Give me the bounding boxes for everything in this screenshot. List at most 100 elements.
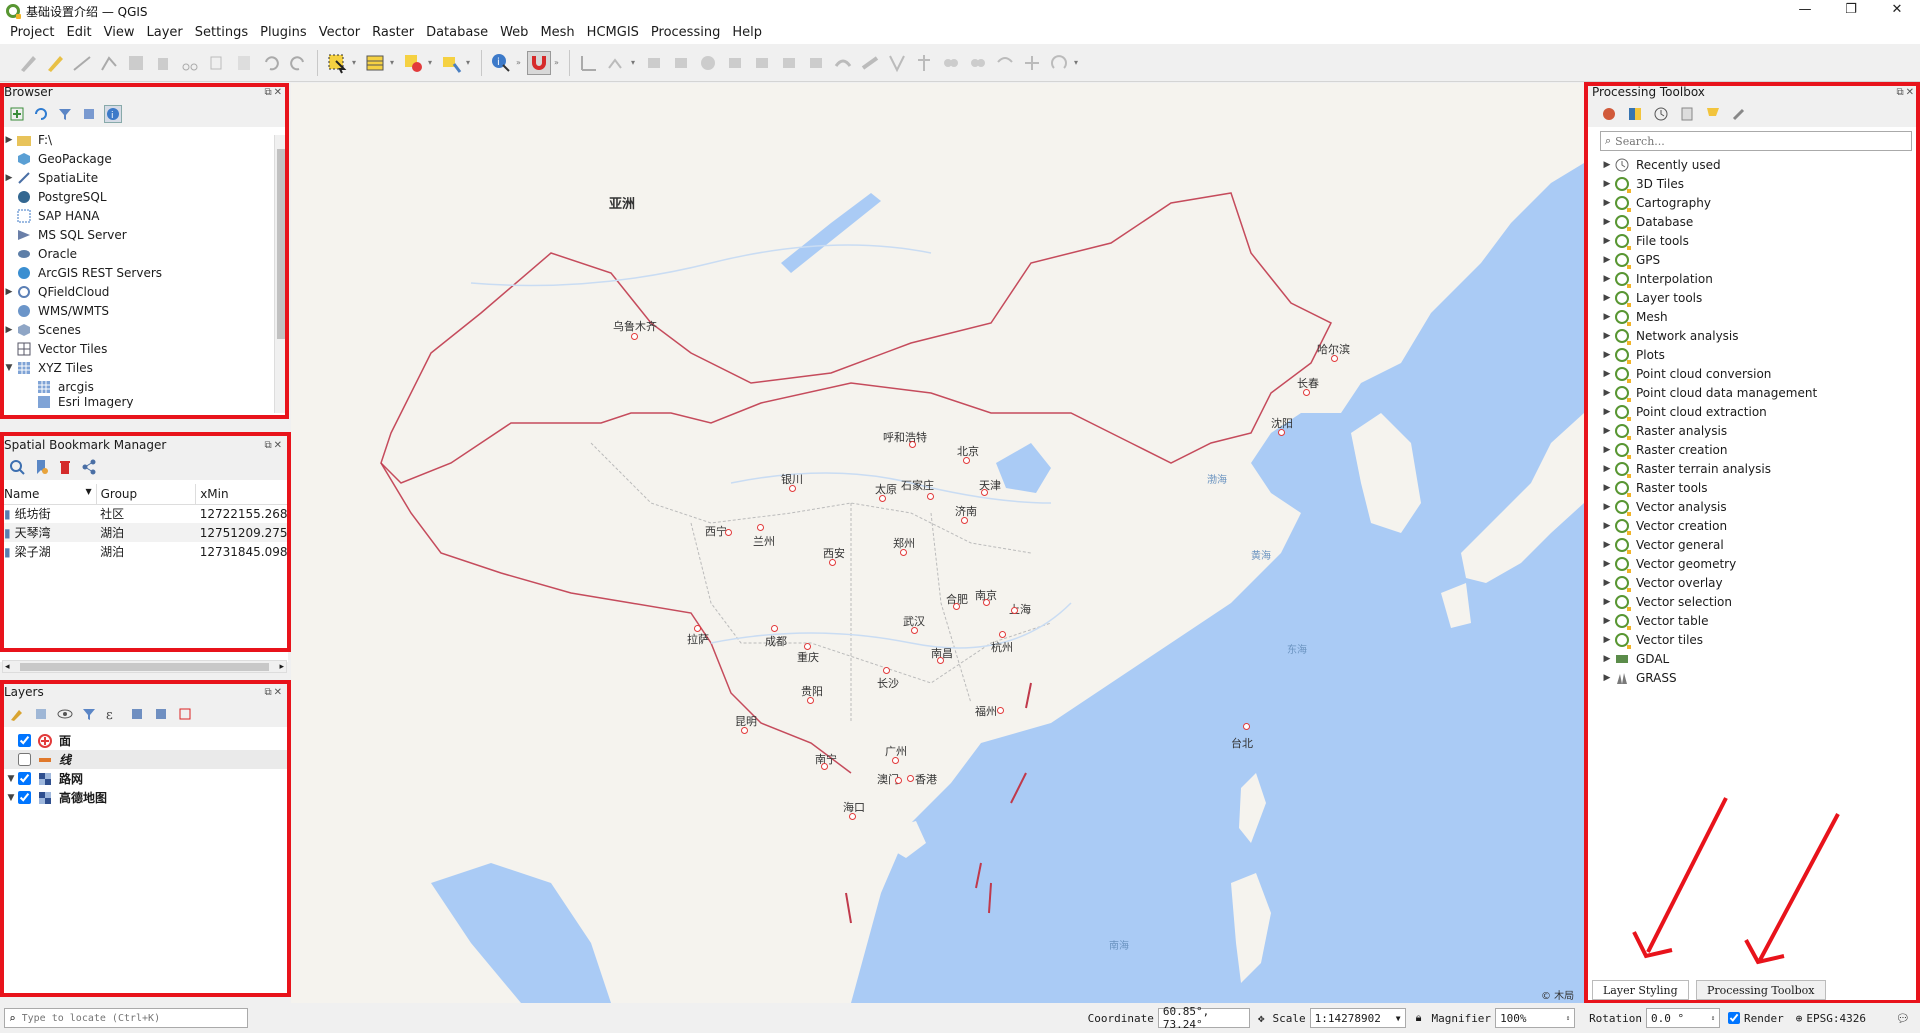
scripts-icon[interactable] bbox=[1626, 105, 1644, 123]
toolbox-group[interactable]: ▶ GRASS bbox=[1600, 668, 1920, 687]
browser-scrollbar[interactable] bbox=[274, 135, 286, 413]
toolbox-group[interactable]: ▶ Recently used bbox=[1600, 155, 1920, 174]
toggle-editing-icon[interactable] bbox=[43, 51, 67, 75]
toolbox-group[interactable]: ▶ Vector selection bbox=[1600, 592, 1920, 611]
lock-icon[interactable]: 🔒︎ bbox=[1416, 1011, 1422, 1025]
refresh-icon[interactable] bbox=[32, 105, 50, 123]
browser-item[interactable]: Esri Imagery bbox=[2, 396, 288, 408]
dock-float-close-icon[interactable]: ⧉✕ bbox=[264, 440, 284, 451]
magnifier-field[interactable]: 100% ⇕ bbox=[1495, 1008, 1576, 1028]
browser-item[interactable]: SAP HANA bbox=[2, 206, 288, 225]
dock-float-close-icon[interactable]: ⧉✕ bbox=[1896, 87, 1916, 98]
identify-icon[interactable]: i bbox=[489, 51, 513, 75]
close-button[interactable]: ✕ bbox=[1874, 0, 1920, 22]
select-features-icon[interactable] bbox=[325, 51, 349, 75]
browser-item[interactable]: ▶ QFieldCloud bbox=[2, 282, 288, 301]
toolbox-group[interactable]: ▶ GDAL bbox=[1600, 649, 1920, 668]
tab-layer-styling[interactable]: Layer Styling bbox=[1592, 980, 1689, 1000]
menu-plugins[interactable]: Plugins bbox=[254, 22, 313, 44]
menu-edit[interactable]: Edit bbox=[60, 22, 97, 44]
scroll-right-icon[interactable]: ▸ bbox=[279, 662, 284, 672]
delete-part-icon[interactable] bbox=[804, 51, 828, 75]
models-icon[interactable] bbox=[1600, 105, 1618, 123]
layer-visibility-checkbox[interactable] bbox=[18, 734, 31, 747]
toolbox-group[interactable]: ▶ Vector general bbox=[1600, 535, 1920, 554]
menu-processing[interactable]: Processing bbox=[645, 22, 726, 44]
collapse-all-icon[interactable] bbox=[80, 105, 98, 123]
table-row[interactable]: ▮ 纸坊街 社区 12722155.268 bbox=[0, 504, 288, 523]
menu-layer[interactable]: Layer bbox=[141, 22, 189, 44]
render-checkbox[interactable] bbox=[1728, 1012, 1741, 1024]
layer-row[interactable]: 面 bbox=[4, 731, 288, 750]
properties-icon[interactable]: i bbox=[104, 105, 122, 123]
toolbox-group[interactable]: ▶ Point cloud conversion bbox=[1600, 364, 1920, 383]
toolbox-group[interactable]: ▶ Vector analysis bbox=[1600, 497, 1920, 516]
horizontal-scrollbar[interactable]: ◂ ▸ bbox=[2, 660, 287, 673]
select-by-expression-icon[interactable] bbox=[439, 51, 463, 75]
advanced-digitize-icon[interactable] bbox=[577, 51, 601, 75]
maximize-button[interactable]: ❐ bbox=[1828, 0, 1874, 22]
menu-raster[interactable]: Raster bbox=[366, 22, 420, 44]
browser-item[interactable]: WMS/WMTS bbox=[2, 301, 288, 320]
table-row[interactable]: ▮ 梁子湖 湖泊 12731845.098 bbox=[0, 542, 288, 561]
browser-item[interactable]: ▼ XYZ Tiles bbox=[2, 358, 288, 377]
expression-filter-icon[interactable]: ε bbox=[104, 705, 122, 723]
browser-item[interactable]: ▶ F:\ bbox=[2, 130, 288, 149]
menu-project[interactable]: Project bbox=[4, 22, 60, 44]
toolbox-group[interactable]: ▶ GPS bbox=[1600, 250, 1920, 269]
tab-processing-toolbox[interactable]: Processing Toolbox bbox=[1696, 980, 1826, 1000]
cut-icon[interactable] bbox=[178, 51, 202, 75]
offset-point-icon[interactable] bbox=[1020, 51, 1044, 75]
dock-float-close-icon[interactable]: ⧉✕ bbox=[264, 87, 284, 98]
scroll-left-icon[interactable]: ◂ bbox=[5, 662, 10, 672]
toolbox-group[interactable]: ▶ Interpolation bbox=[1600, 269, 1920, 288]
toolbox-group[interactable]: ▶ Raster analysis bbox=[1600, 421, 1920, 440]
map-canvas[interactable]: 亚洲 乌鲁木齐 哈尔滨 长春 沈阳 呼和浩特 北京 天津 银川 太原 石家庄 济… bbox=[291, 83, 1584, 1003]
redo-icon[interactable] bbox=[286, 51, 310, 75]
offset-curve-icon[interactable] bbox=[858, 51, 882, 75]
table-row[interactable]: ▮ 天琴湾 湖泊 12751209.275 bbox=[0, 523, 288, 542]
crs-icon[interactable]: ⊕ bbox=[1796, 1012, 1803, 1025]
browser-item[interactable]: MS SQL Server bbox=[2, 225, 288, 244]
column-group[interactable]: Group bbox=[96, 484, 197, 505]
browser-item[interactable]: ▶ Scenes bbox=[2, 320, 288, 339]
options-icon[interactable] bbox=[1730, 105, 1748, 123]
toolbox-group[interactable]: ▶ Network analysis bbox=[1600, 326, 1920, 345]
scale-field[interactable]: 1:14278902 ▼ bbox=[1309, 1008, 1406, 1028]
toolbox-group[interactable]: ▶ Vector overlay bbox=[1600, 573, 1920, 592]
toolbox-group[interactable]: ▶ Mesh bbox=[1600, 307, 1920, 326]
history-icon[interactable] bbox=[1652, 105, 1670, 123]
browser-item[interactable]: Oracle bbox=[2, 244, 288, 263]
results-viewer-icon[interactable] bbox=[1678, 105, 1696, 123]
toolbox-group[interactable]: ▶ Vector creation bbox=[1600, 516, 1920, 535]
copy-icon[interactable] bbox=[205, 51, 229, 75]
menu-help[interactable]: Help bbox=[726, 22, 768, 44]
toolbox-group[interactable]: ▶ 3D Tiles bbox=[1600, 174, 1920, 193]
layer-visibility-checkbox[interactable] bbox=[18, 753, 31, 766]
expand-all-icon[interactable] bbox=[128, 705, 146, 723]
browser-item[interactable]: ▶ SpatiaLite bbox=[2, 168, 288, 187]
column-xmin[interactable]: xMin bbox=[195, 484, 288, 505]
rotate-icon[interactable] bbox=[642, 51, 666, 75]
vertex-tool-icon[interactable] bbox=[97, 51, 121, 75]
delete-ring-icon[interactable] bbox=[777, 51, 801, 75]
browser-item[interactable]: GeoPackage bbox=[2, 149, 288, 168]
filter-icon[interactable] bbox=[56, 105, 74, 123]
add-line-icon[interactable] bbox=[70, 51, 94, 75]
add-bookmark-icon[interactable] bbox=[32, 458, 50, 476]
layer-row[interactable]: 线 bbox=[4, 750, 288, 769]
simplify-icon[interactable] bbox=[669, 51, 693, 75]
share-bookmark-icon[interactable] bbox=[80, 458, 98, 476]
toolbox-search[interactable]: ⌕ bbox=[1600, 131, 1912, 151]
undo-icon[interactable] bbox=[259, 51, 283, 75]
browser-item[interactable]: ArcGIS REST Servers bbox=[2, 263, 288, 282]
toolbox-group[interactable]: ▶ Raster creation bbox=[1600, 440, 1920, 459]
menu-view[interactable]: View bbox=[98, 22, 141, 44]
toolbox-group[interactable]: ▶ File tools bbox=[1600, 231, 1920, 250]
add-ring-icon[interactable] bbox=[696, 51, 720, 75]
deselect-icon[interactable] bbox=[401, 51, 425, 75]
toolbox-group[interactable]: ▶ Point cloud data management bbox=[1600, 383, 1920, 402]
toolbox-group[interactable]: ▶ Vector table bbox=[1600, 611, 1920, 630]
toolbox-search-input[interactable] bbox=[1615, 134, 1896, 148]
browser-item[interactable]: Vector Tiles bbox=[2, 339, 288, 358]
